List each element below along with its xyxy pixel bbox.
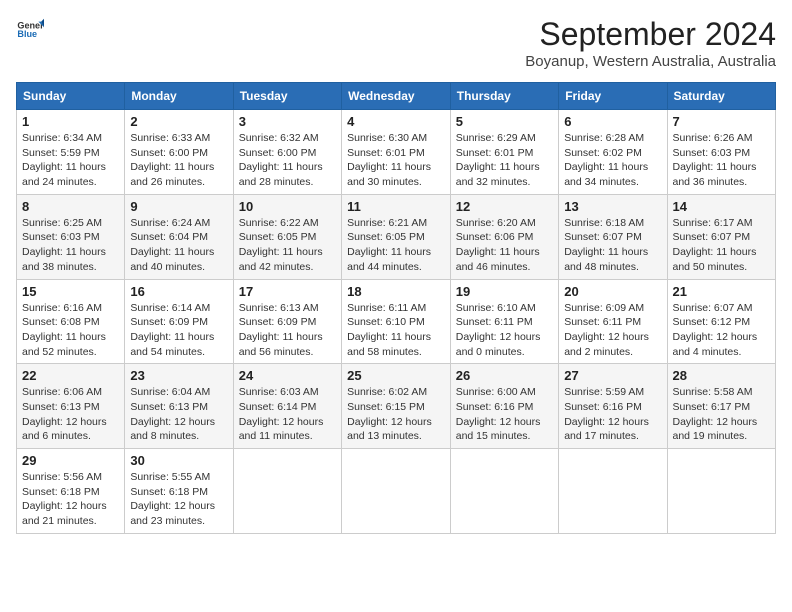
col-friday: Friday [559, 83, 667, 110]
table-row: 11Sunrise: 6:21 AMSunset: 6:05 PMDayligh… [342, 194, 451, 279]
table-row: 17Sunrise: 6:13 AMSunset: 6:09 PMDayligh… [233, 279, 341, 364]
table-row: 12Sunrise: 6:20 AMSunset: 6:06 PMDayligh… [450, 194, 558, 279]
col-sunday: Sunday [17, 83, 125, 110]
table-row [559, 449, 667, 534]
table-row: 23Sunrise: 6:04 AMSunset: 6:13 PMDayligh… [125, 364, 233, 449]
col-saturday: Saturday [667, 83, 776, 110]
table-row: 30Sunrise: 5:55 AMSunset: 6:18 PMDayligh… [125, 449, 233, 534]
table-row: 13Sunrise: 6:18 AMSunset: 6:07 PMDayligh… [559, 194, 667, 279]
table-row: 29Sunrise: 5:56 AMSunset: 6:18 PMDayligh… [17, 449, 125, 534]
table-row: 25Sunrise: 6:02 AMSunset: 6:15 PMDayligh… [342, 364, 451, 449]
table-row [233, 449, 341, 534]
col-monday: Monday [125, 83, 233, 110]
table-row: 3Sunrise: 6:32 AMSunset: 6:00 PMDaylight… [233, 110, 341, 195]
calendar-table: Sunday Monday Tuesday Wednesday Thursday… [16, 82, 776, 534]
table-row: 5Sunrise: 6:29 AMSunset: 6:01 PMDaylight… [450, 110, 558, 195]
table-row: 9Sunrise: 6:24 AMSunset: 6:04 PMDaylight… [125, 194, 233, 279]
page-header: General Blue September 2024 Boyanup, Wes… [16, 16, 776, 70]
table-row: 28Sunrise: 5:58 AMSunset: 6:17 PMDayligh… [667, 364, 776, 449]
table-row: 22Sunrise: 6:06 AMSunset: 6:13 PMDayligh… [17, 364, 125, 449]
logo: General Blue [16, 16, 44, 44]
calendar-header-row: Sunday Monday Tuesday Wednesday Thursday… [17, 83, 776, 110]
table-row: 19Sunrise: 6:10 AMSunset: 6:11 PMDayligh… [450, 279, 558, 364]
table-row: 16Sunrise: 6:14 AMSunset: 6:09 PMDayligh… [125, 279, 233, 364]
table-row: 26Sunrise: 6:00 AMSunset: 6:16 PMDayligh… [450, 364, 558, 449]
col-thursday: Thursday [450, 83, 558, 110]
table-row: 10Sunrise: 6:22 AMSunset: 6:05 PMDayligh… [233, 194, 341, 279]
table-row [667, 449, 776, 534]
table-row: 20Sunrise: 6:09 AMSunset: 6:11 PMDayligh… [559, 279, 667, 364]
table-row: 8Sunrise: 6:25 AMSunset: 6:03 PMDaylight… [17, 194, 125, 279]
table-row: 14Sunrise: 6:17 AMSunset: 6:07 PMDayligh… [667, 194, 776, 279]
table-row [342, 449, 451, 534]
table-row: 21Sunrise: 6:07 AMSunset: 6:12 PMDayligh… [667, 279, 776, 364]
table-row: 4Sunrise: 6:30 AMSunset: 6:01 PMDaylight… [342, 110, 451, 195]
logo-icon: General Blue [16, 16, 44, 44]
table-row: 18Sunrise: 6:11 AMSunset: 6:10 PMDayligh… [342, 279, 451, 364]
table-row: 15Sunrise: 6:16 AMSunset: 6:08 PMDayligh… [17, 279, 125, 364]
table-row: 7Sunrise: 6:26 AMSunset: 6:03 PMDaylight… [667, 110, 776, 195]
table-row: 24Sunrise: 6:03 AMSunset: 6:14 PMDayligh… [233, 364, 341, 449]
table-row: 6Sunrise: 6:28 AMSunset: 6:02 PMDaylight… [559, 110, 667, 195]
title-block: September 2024 Boyanup, Western Australi… [525, 16, 776, 70]
location: Boyanup, Western Australia, Australia [525, 53, 776, 70]
table-row [450, 449, 558, 534]
col-wednesday: Wednesday [342, 83, 451, 110]
table-row: 1Sunrise: 6:34 AMSunset: 5:59 PMDaylight… [17, 110, 125, 195]
col-tuesday: Tuesday [233, 83, 341, 110]
month-title: September 2024 [525, 16, 776, 53]
table-row: 27Sunrise: 5:59 AMSunset: 6:16 PMDayligh… [559, 364, 667, 449]
table-row: 2Sunrise: 6:33 AMSunset: 6:00 PMDaylight… [125, 110, 233, 195]
svg-text:Blue: Blue [17, 29, 37, 39]
